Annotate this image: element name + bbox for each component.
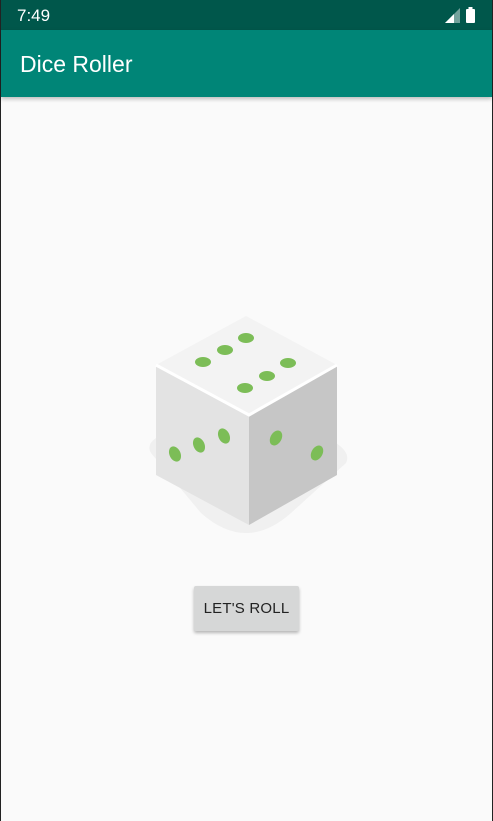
dice-pip xyxy=(195,357,211,367)
battery-icon xyxy=(466,7,475,23)
status-time: 7:49 xyxy=(17,6,51,25)
app-bar: Dice Roller xyxy=(1,30,492,97)
dice-pip xyxy=(238,333,254,343)
status-bar: 7:49 xyxy=(1,0,492,30)
dice-pip xyxy=(237,383,253,393)
app-screen: 7:49 Dice Roller LET'S ROLL xyxy=(0,0,493,821)
dice-pip xyxy=(280,358,296,368)
app-title: Dice Roller xyxy=(20,51,133,77)
dice-pip xyxy=(259,371,275,381)
status-icons xyxy=(445,7,475,23)
signal-icon xyxy=(445,8,460,23)
dice-icon[interactable] xyxy=(141,313,351,548)
dice-pip xyxy=(217,345,233,355)
roll-button[interactable]: LET'S ROLL xyxy=(194,586,299,631)
